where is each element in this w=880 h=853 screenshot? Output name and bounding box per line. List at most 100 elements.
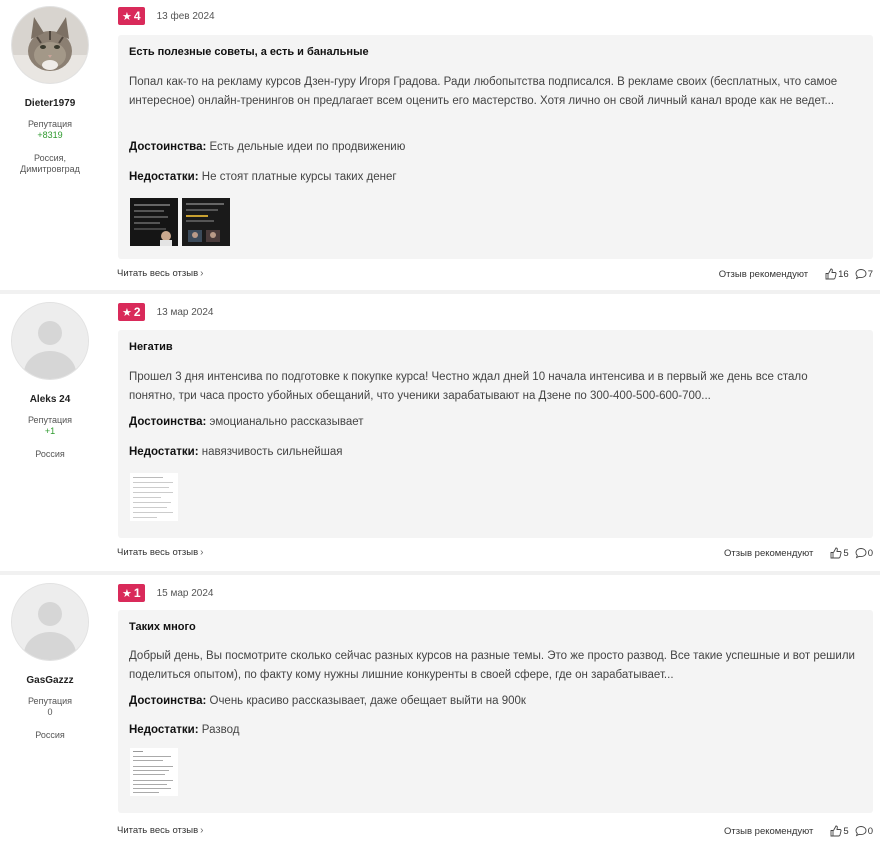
- recommend-block: Отзыв рекомендуют 16 7: [719, 268, 873, 280]
- review-images: [130, 198, 230, 246]
- star-icon: ★: [122, 306, 132, 319]
- likes-count: 5: [843, 825, 849, 837]
- review-cons: Недостатки: навязчивость сильнейшая: [129, 446, 343, 458]
- author-block: Dieter1979 Репутация +8319 Россия, Димит…: [0, 0, 100, 175]
- read-full-review-link[interactable]: Читать весь отзыв ›: [117, 268, 203, 279]
- like-button[interactable]: 5: [830, 547, 849, 559]
- likes-count: 5: [843, 547, 849, 559]
- comment-icon: [855, 548, 867, 559]
- star-icon: ★: [122, 10, 132, 23]
- review-date: 15 мар 2024: [156, 587, 214, 599]
- reputation-label: Репутация: [27, 119, 73, 129]
- review-pros: Достоинства: Есть дельные идеи по продви…: [129, 141, 405, 153]
- author-location: Россия: [35, 730, 65, 740]
- review-date: 13 фев 2024: [156, 10, 215, 22]
- pros-label: Достоинства:: [129, 416, 207, 428]
- review-text: Прошел 3 дня интенсива по подготовке к п…: [129, 371, 808, 402]
- author-name[interactable]: Aleks 24: [0, 394, 100, 405]
- comments-button[interactable]: 0: [855, 825, 873, 837]
- avatar[interactable]: [12, 7, 88, 83]
- like-button[interactable]: 16: [825, 268, 849, 280]
- author-location: Россия, Димитровград: [20, 153, 80, 174]
- author-block: GasGazzz Репутация 0 Россия: [0, 575, 100, 741]
- chevron-right-icon: ›: [200, 268, 204, 279]
- pros-label: Достоинства:: [129, 141, 207, 153]
- review-text: Добрый день, Вы посмотрите сколько сейча…: [129, 650, 855, 681]
- avatar[interactable]: [12, 303, 88, 379]
- cat-photo-avatar: [12, 7, 88, 83]
- comments-count: 0: [867, 825, 873, 837]
- likes-count: 16: [838, 268, 849, 280]
- rating-badge: ★ 2: [118, 303, 145, 321]
- review-title[interactable]: Есть полезные советы, а есть и банальные: [129, 46, 369, 58]
- rating-value: 2: [133, 305, 141, 319]
- chevron-right-icon: ›: [200, 825, 204, 836]
- review-image-thumb[interactable]: [182, 198, 230, 246]
- like-button[interactable]: 5: [830, 825, 849, 837]
- read-full-review-link[interactable]: Читать весь отзыв ›: [117, 825, 203, 836]
- author-location: Россия: [35, 449, 65, 459]
- reputation-label: Репутация: [27, 415, 73, 425]
- pros-label: Достоинства:: [129, 695, 207, 707]
- review-card: Таких много Добрый день, Вы посмотрите с…: [118, 610, 873, 813]
- review-item: GasGazzz Репутация 0 Россия ★ 1 15 мар 2…: [0, 575, 880, 853]
- pros-text: Очень красиво рассказывает, даже обещает…: [209, 695, 526, 707]
- review-meta: ★ 4 13 фев 2024: [118, 7, 215, 25]
- review-title[interactable]: Негатив: [129, 341, 173, 353]
- reputation-value: +1: [44, 426, 56, 436]
- author-block: Aleks 24 Репутация +1 Россия: [0, 294, 100, 460]
- review-image-thumb[interactable]: [130, 473, 178, 521]
- review-item: Dieter1979 Репутация +8319 Россия, Димит…: [0, 0, 880, 294]
- review-cons: Недостатки: Не стоят платные курсы таких…: [129, 171, 397, 183]
- recommend-label: Отзыв рекомендуют: [724, 825, 814, 837]
- avatar[interactable]: [12, 584, 88, 660]
- default-user-avatar: [12, 303, 88, 379]
- review-pros: Достоинства: Очень красиво рассказывает,…: [129, 695, 526, 707]
- comments-button[interactable]: 0: [855, 547, 873, 559]
- review-meta: ★ 2 13 мар 2024: [118, 303, 214, 321]
- cons-label: Недостатки:: [129, 724, 199, 736]
- thumbs-up-icon: [830, 547, 842, 559]
- review-meta: ★ 1 15 мар 2024: [118, 584, 214, 602]
- recommend-label: Отзыв рекомендуют: [724, 547, 814, 559]
- cons-text: навязчивость сильнейшая: [201, 446, 343, 458]
- pros-text: Есть дельные идеи по продвижению: [209, 141, 406, 153]
- review-image-thumb[interactable]: [130, 198, 178, 246]
- review-footer: Читать весь отзыв › Отзыв рекомендуют 5 0: [117, 547, 873, 561]
- review-footer: Читать весь отзыв › Отзыв рекомендуют 5 0: [117, 825, 873, 839]
- review-date: 13 мар 2024: [156, 306, 214, 318]
- recommend-block: Отзыв рекомендуют 5 0: [724, 825, 873, 837]
- reputation-value: 0: [47, 707, 53, 717]
- default-user-avatar: [12, 584, 88, 660]
- comments-button[interactable]: 7: [855, 268, 873, 280]
- comment-icon: [855, 826, 867, 837]
- rating-badge: ★ 4: [118, 7, 145, 25]
- review-card: Есть полезные советы, а есть и банальные…: [118, 35, 873, 259]
- thumbs-up-icon: [830, 825, 842, 837]
- author-name[interactable]: Dieter1979: [0, 98, 100, 109]
- review-images: [130, 748, 178, 796]
- reputation-value: +8319: [37, 130, 63, 140]
- comments-count: 0: [867, 547, 873, 559]
- cons-label: Недостатки:: [129, 171, 199, 183]
- review-image-thumb[interactable]: [130, 748, 178, 796]
- cons-text: Развод: [201, 724, 240, 736]
- read-full-review-link[interactable]: Читать весь отзыв ›: [117, 547, 203, 558]
- review-images: [130, 473, 178, 521]
- thumbs-up-icon: [825, 268, 837, 280]
- review-title[interactable]: Таких много: [129, 621, 196, 633]
- recommend-block: Отзыв рекомендуют 5 0: [724, 547, 873, 559]
- comment-icon: [855, 269, 867, 280]
- cons-label: Недостатки:: [129, 446, 199, 458]
- review-text: Попал как-то на рекламу курсов Дзен-гуру…: [129, 76, 838, 107]
- review-item: Aleks 24 Репутация +1 Россия ★ 2 13 мар …: [0, 294, 880, 575]
- review-pros: Достоинства: эмоцианально рассказывает: [129, 416, 364, 428]
- author-name[interactable]: GasGazzz: [0, 675, 100, 686]
- chevron-right-icon: ›: [200, 547, 204, 558]
- review-footer: Читать весь отзыв › Отзыв рекомендуют 16 …: [117, 268, 873, 282]
- pros-text: эмоцианально рассказывает: [209, 416, 364, 428]
- comments-count: 7: [867, 268, 873, 280]
- reputation-label: Репутация: [27, 696, 73, 706]
- star-icon: ★: [122, 587, 132, 600]
- rating-value: 4: [133, 9, 141, 23]
